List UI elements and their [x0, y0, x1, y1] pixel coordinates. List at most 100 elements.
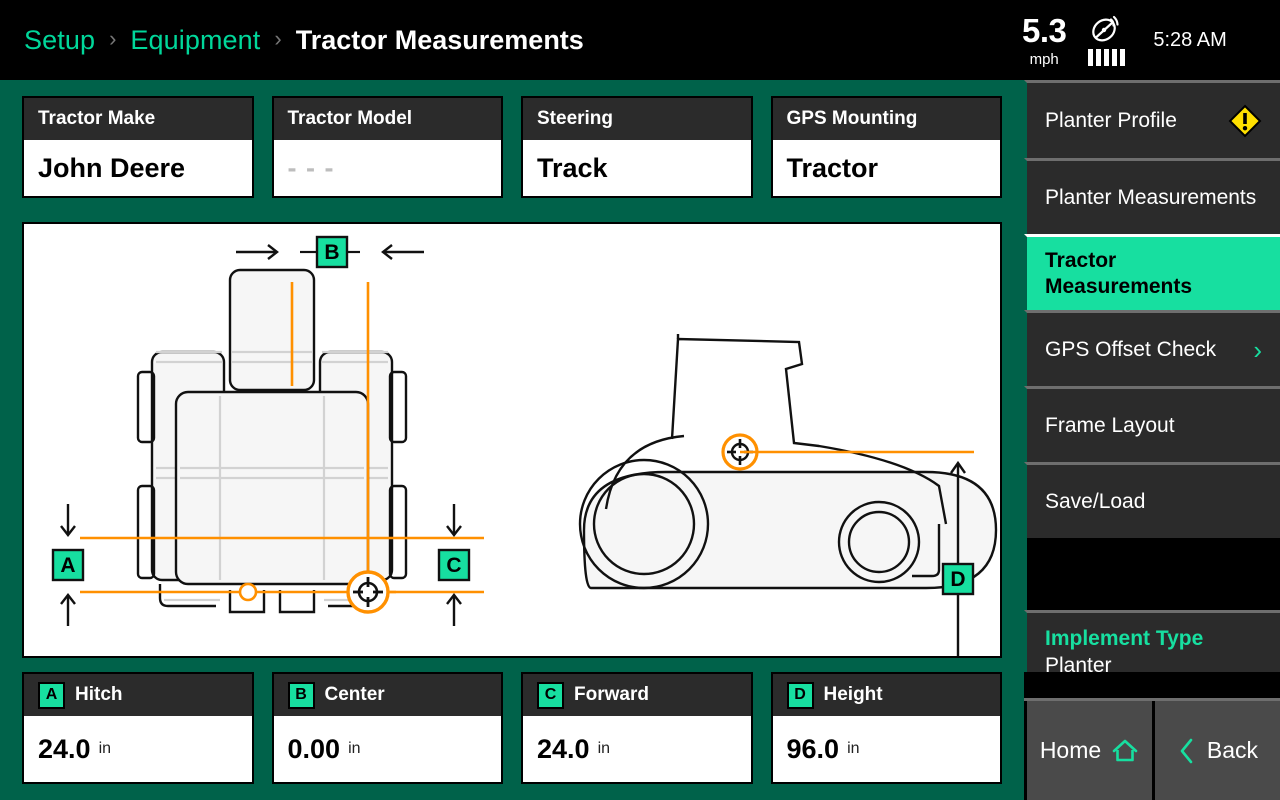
implement-type-label: Implement Type [1045, 627, 1204, 650]
measurement-badge-d: D [786, 681, 814, 709]
field-header: Tractor Model [273, 98, 501, 140]
field-body: 0.00 in [273, 716, 501, 782]
hitch-point-icon [238, 582, 258, 602]
gps-crosshair-icon [346, 570, 390, 614]
svg-text:A: A [60, 554, 75, 577]
side-view-tractor: D [578, 334, 998, 656]
field-header: A Hitch [24, 674, 252, 716]
measurement-forward[interactable]: C Forward 24.0 in [521, 672, 753, 784]
diagram-badge-b: B [315, 235, 349, 269]
home-button-label: Home [1039, 737, 1102, 763]
field-body: John Deere [24, 140, 252, 196]
sidebar-item-planter-measurements[interactable]: Planter Measurements [1024, 158, 1280, 234]
main-content: Tractor Make John Deere Tractor Model - … [0, 80, 1024, 800]
measurement-center[interactable]: B Center 0.00 in [271, 672, 503, 784]
tractor-measurement-diagram: .blk { fill:none; stroke:#111; stroke-wi… [22, 222, 1002, 658]
home-icon [1112, 739, 1138, 761]
diagram-badge-c: C [437, 548, 471, 582]
speed-value: 5.3 [1022, 11, 1067, 49]
back-button-label: Back [1206, 737, 1259, 763]
field-label: Center [324, 684, 385, 705]
field-label: GPS Mounting [786, 108, 918, 129]
sidebar-item-label: Tractor Measurements [1045, 248, 1193, 298]
field-steering[interactable]: Steering Track [521, 96, 753, 198]
clock: 5:28 AM [1153, 28, 1227, 51]
field-gps-mounting[interactable]: GPS Mounting Tractor [770, 96, 1002, 198]
field-label: Forward [574, 684, 649, 705]
home-button[interactable]: Home [1027, 701, 1152, 800]
svg-text:D: D [950, 568, 965, 591]
sidebar-item-save-load[interactable]: Save/Load [1024, 462, 1280, 538]
field-header: Steering [523, 98, 751, 140]
measurement-hitch[interactable]: A Hitch 24.0 in [22, 672, 254, 784]
config-field-row: Tractor Make John Deere Tractor Model - … [0, 80, 1024, 198]
satellite-dish-icon [1092, 15, 1119, 41]
field-value: Track [537, 152, 608, 183]
back-button[interactable]: Back [1155, 701, 1280, 800]
sidebar-item-planter-profile[interactable]: Planter Profile [1024, 80, 1280, 158]
field-header: Tractor Make [24, 98, 252, 140]
field-unit: in [847, 740, 860, 757]
field-label: Tractor Make [38, 108, 156, 129]
field-label: Hitch [75, 684, 123, 705]
page-title: Tractor Measurements [295, 24, 584, 55]
field-body: Track [523, 140, 751, 196]
measurement-height[interactable]: D Height 96.0 in [770, 672, 1002, 784]
speed-readout: 5.3 mph [1022, 11, 1067, 67]
field-tractor-make[interactable]: Tractor Make John Deere [22, 96, 254, 198]
chevron-right-icon: › [1253, 334, 1262, 365]
field-unit: in [348, 740, 361, 757]
field-header: D Height [772, 674, 1000, 716]
diagram-badge-a: A [51, 548, 85, 582]
chevron-left-icon [1180, 738, 1193, 763]
field-header: C Forward [523, 674, 751, 716]
sidebar-item-label: GPS Offset Check [1045, 337, 1217, 361]
svg-text:C: C [446, 554, 461, 577]
sidebar-item-label: Save/Load [1045, 489, 1146, 513]
field-body: 24.0 in [24, 716, 252, 782]
field-header: GPS Mounting [772, 98, 1000, 140]
field-unit: in [98, 740, 112, 757]
gps-signal-bars [1088, 48, 1126, 66]
field-body: - - - [273, 140, 501, 196]
field-value: 24.0 [537, 733, 590, 764]
measurement-badge-b: B [287, 681, 315, 709]
measurement-badge-a: A [38, 681, 65, 709]
field-label: Steering [537, 108, 614, 129]
breadcrumb-item-equipment[interactable]: Equipment [130, 25, 260, 56]
diagram-svg: .blk { fill:none; stroke:#111; stroke-wi… [51, 235, 998, 656]
field-value: 96.0 [786, 733, 840, 764]
field-value: 0.00 [287, 733, 341, 764]
tractor-measurements-screen: Setup › Equipment › Tractor Measurements… [0, 0, 1280, 800]
measurement-badge-c: C [537, 681, 564, 709]
field-body: 96.0 in [772, 716, 1000, 782]
field-body: 24.0 in [523, 716, 751, 782]
implement-type-info: Implement Type Planter [1024, 610, 1280, 677]
chevron-right-icon: › [109, 26, 117, 51]
field-body: Tractor [772, 140, 1000, 196]
field-tractor-model[interactable]: Tractor Model - - - [271, 96, 503, 198]
sidebar-item-label: Planter Profile [1045, 108, 1177, 132]
sidebar: Planter Profile Planter Measurements Tra… [1024, 80, 1280, 800]
sidebar-bottom-buttons: Home Back [1024, 698, 1280, 800]
top-view-tractor: B A C [51, 235, 484, 626]
breadcrumb-item-setup[interactable]: Setup [24, 25, 95, 56]
sidebar-item-label: Frame Layout [1045, 413, 1175, 437]
field-label: Tractor Model [287, 108, 413, 129]
status-indicators: 5.3 mph 5:28 AM [1000, 0, 1280, 80]
field-label: Height [823, 684, 883, 705]
field-value: - - - [287, 152, 335, 183]
warning-icon [1228, 104, 1262, 137]
top-status-bar: Setup › Equipment › Tractor Measurements… [0, 0, 1280, 80]
field-value: Tractor [786, 152, 879, 183]
field-header: B Center [273, 674, 501, 716]
implement-type-value: Planter [1045, 654, 1112, 677]
field-value: John Deere [38, 152, 186, 183]
sidebar-item-label: Planter Measurements [1045, 185, 1257, 209]
sidebar-item-tractor-measurements[interactable]: Tractor Measurements [1024, 234, 1280, 310]
sidebar-item-frame-layout[interactable]: Frame Layout [1024, 386, 1280, 462]
measurement-field-row: A Hitch 24.0 in B Center 0.00 in C Forwa… [0, 672, 1024, 800]
sidebar-spacer [1024, 538, 1280, 610]
sidebar-item-gps-offset-check[interactable]: GPS Offset Check › [1024, 310, 1280, 386]
gps-signal-indicator[interactable] [1088, 15, 1126, 66]
